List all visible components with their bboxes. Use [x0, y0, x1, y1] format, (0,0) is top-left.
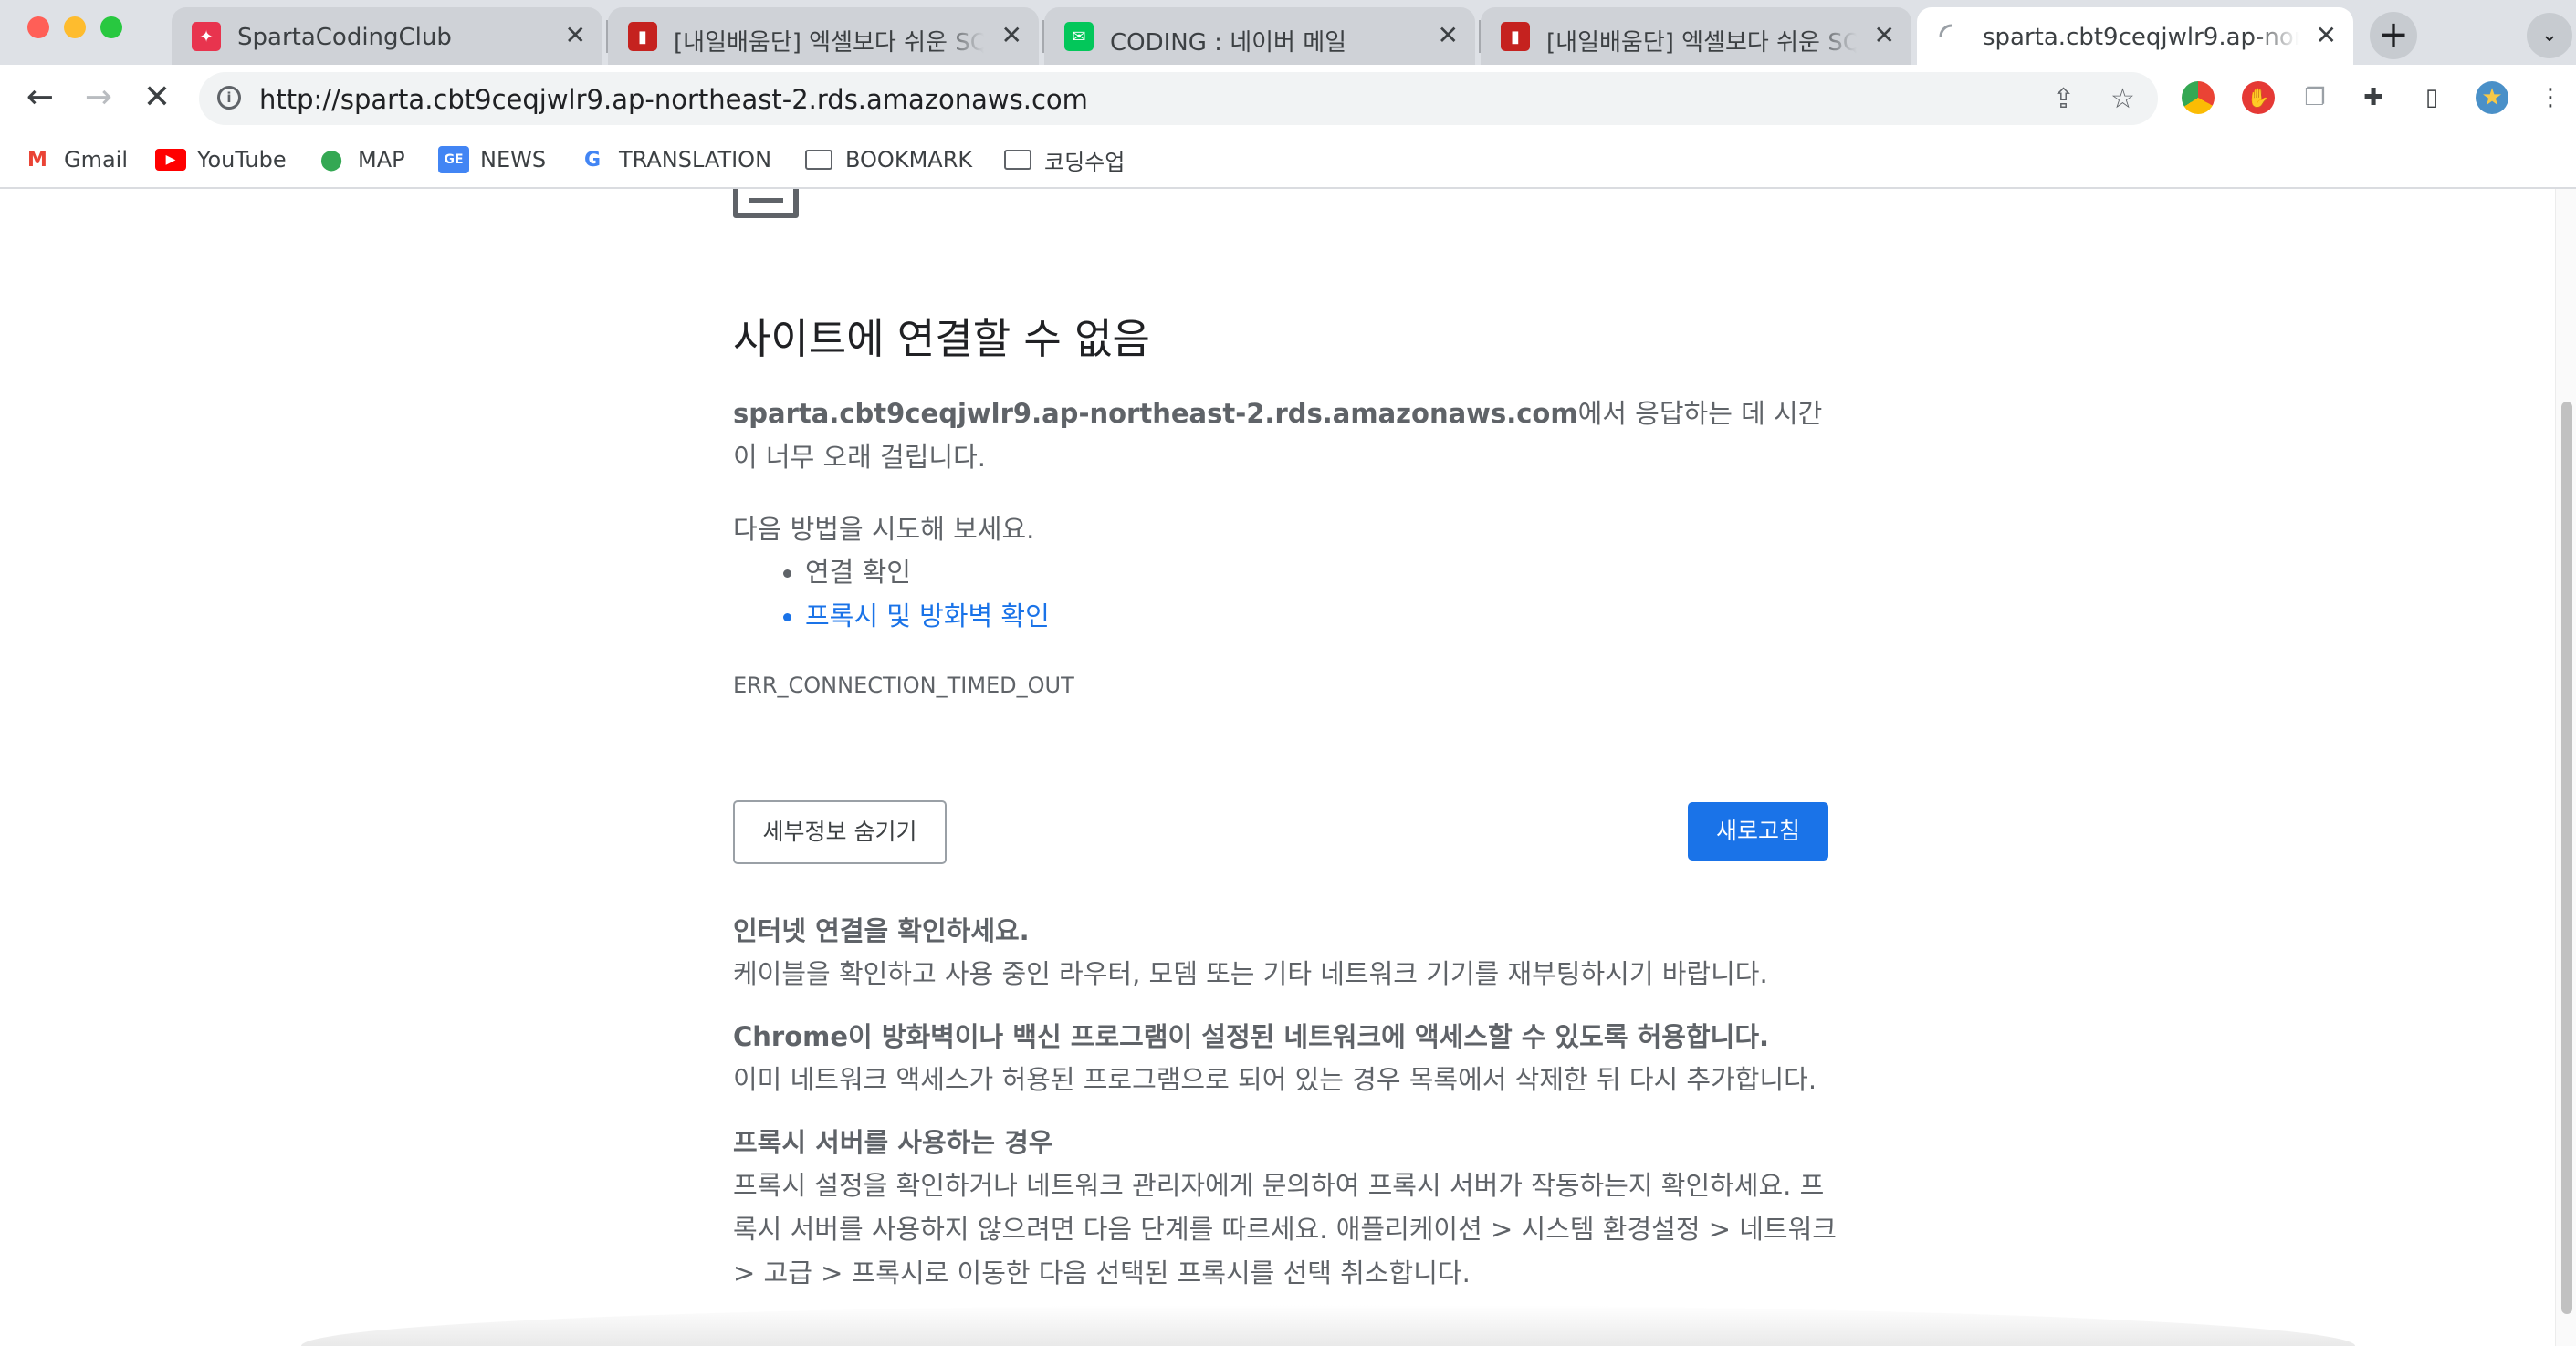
url-text[interactable]: http://sparta.cbt9ceqjwlr9.ap-northeast-…: [259, 84, 1088, 115]
bookmark-label: 코딩수업: [1044, 149, 1126, 175]
site-info-icon[interactable]: i: [217, 86, 241, 110]
tab-sql-lecture-1[interactable]: ▮ [내일배움단] 엑셀보다 쉬운 SQL - 1 ✕: [608, 7, 1039, 65]
extensions-puzzle-icon[interactable]: ✚: [2357, 81, 2390, 114]
back-button[interactable]: ←: [20, 78, 60, 118]
youtube-icon: ▶: [155, 149, 186, 171]
bookmark-label: MAP: [358, 147, 405, 172]
google-news-icon: GE: [438, 146, 469, 173]
hide-details-button[interactable]: 세부정보 숨기기: [733, 800, 947, 864]
detail-body: 프록시 설정을 확인하거나 네트워크 관리자에게 문의하여 프록시 서버가 작동…: [733, 1170, 1837, 1289]
sad-page-icon-mouth: [749, 198, 783, 203]
address-bar[interactable]: i http://sparta.cbt9ceqjwlr9.ap-northeas…: [199, 72, 2158, 125]
suggestion-check-connection: 연결 확인: [783, 550, 1050, 594]
tab-strip: ✦ SpartaCodingClub ✕ ▮ [내일배움단] 엑셀보다 쉬운 S…: [0, 0, 2576, 65]
copy-extension-icon[interactable]: ❐: [2299, 81, 2331, 114]
bookmark-youtube[interactable]: ▶ YouTube: [155, 141, 287, 178]
tab-naver-mail[interactable]: ✉ CODING : 네이버 메일 ✕: [1044, 7, 1475, 65]
page-scrollbar[interactable]: [2555, 189, 2576, 1346]
detail-firewall: Chrome이 방화벽이나 백신 프로그램이 설정된 네트워크에 액세스할 수 …: [733, 1016, 1838, 1101]
translate-icon: G: [583, 148, 602, 172]
tab-title: SpartaCodingClub: [237, 24, 452, 51]
error-title: 사이트에 연결할 수 없음: [733, 315, 1150, 363]
bookmark-label: NEWS: [480, 147, 547, 172]
error-page: 사이트에 연결할 수 없음 sparta.cbt9ceqjwlr9.ap-nor…: [0, 189, 2576, 1346]
profile-avatar-icon[interactable]: ★: [2476, 81, 2508, 114]
tab-close-button[interactable]: ✕: [1438, 22, 1459, 49]
window-minimize-button[interactable]: [64, 16, 86, 38]
bookmark-label: Gmail: [64, 147, 129, 172]
stop-loading-button[interactable]: ✕: [137, 78, 177, 118]
window-close-button[interactable]: [27, 16, 49, 38]
reload-button[interactable]: 새로고침: [1688, 802, 1828, 861]
chrome-menu-icon[interactable]: ⋮: [2534, 81, 2567, 114]
maps-icon: ⬤: [319, 148, 343, 172]
book-icon: ▮: [628, 22, 657, 51]
share-icon[interactable]: ⇪: [2052, 83, 2075, 115]
bookmark-label: TRANSLATION: [619, 147, 772, 172]
tab-title: CODING : 네이버 메일: [1110, 29, 1347, 57]
detail-title: 프록시 서버를 사용하는 경우: [733, 1127, 1053, 1158]
tab-title: sparta.cbt9ceqjwlr9.ap-northeast-2.rds.a…: [1983, 24, 2299, 51]
tab-close-button[interactable]: ✕: [2316, 22, 2337, 49]
forward-button[interactable]: →: [79, 78, 119, 118]
window-maximize-button[interactable]: [100, 16, 122, 38]
browser-toolbar: ← → ✕ i http://sparta.cbt9ceqjwlr9.ap-no…: [0, 65, 2576, 132]
error-summary: sparta.cbt9ceqjwlr9.ap-northeast-2.rds.a…: [733, 391, 1828, 479]
bookmarks-bar: M Gmail ▶ YouTube ⬤ MAP GE NEWS G TRANSL…: [0, 132, 2576, 189]
suggestion-check-proxy-link[interactable]: 프록시 및 방화벽 확인: [783, 594, 1050, 638]
gmail-icon: M: [27, 148, 47, 172]
error-code: ERR_CONNECTION_TIMED_OUT: [733, 673, 1074, 698]
tab-title: [내일배움단] 엑셀보다 쉬운 SQL - 1: [674, 29, 984, 57]
bookmark-label: YouTube: [197, 147, 287, 172]
bookmark-label: BOOKMARK: [845, 147, 973, 172]
tab-title: [내일배움단] 엑셀보다 쉬운 SQL - 1: [1546, 29, 1857, 57]
loading-spinner-icon: [1937, 22, 1966, 51]
bookmark-folder-coding[interactable]: 코딩수업: [1002, 141, 1125, 178]
sad-page-icon: [733, 189, 799, 218]
tab-active-rds[interactable]: sparta.cbt9ceqjwlr9.ap-northeast-2.rds.a…: [1917, 7, 2353, 65]
tab-search-button[interactable]: ⌄: [2527, 13, 2572, 58]
new-tab-button[interactable]: +: [2370, 12, 2417, 59]
detail-title: 인터넷 연결을 확인하세요.: [733, 915, 1030, 946]
detail-internet: 인터넷 연결을 확인하세요. 케이블을 확인하고 사용 중인 라우터, 모뎀 또…: [733, 910, 1838, 996]
detail-title: Chrome이 방화벽이나 백신 프로그램이 설정된 네트워크에 액세스할 수 …: [733, 1021, 1770, 1052]
folder-icon: [1002, 146, 1033, 173]
bookmark-star-icon[interactable]: ☆: [2110, 83, 2135, 115]
detail-body: 케이블을 확인하고 사용 중인 라우터, 모뎀 또는 기타 네트워크 기기를 재…: [733, 958, 1768, 989]
sparta-logo-icon: ✦: [192, 22, 221, 51]
tab-sql-lecture-2[interactable]: ▮ [내일배움단] 엑셀보다 쉬운 SQL - 1 ✕: [1481, 7, 1911, 65]
book-icon: ▮: [1501, 22, 1530, 51]
color-picker-extension-icon[interactable]: [2182, 81, 2215, 114]
error-host: sparta.cbt9ceqjwlr9.ap-northeast-2.rds.a…: [733, 398, 1578, 429]
detail-body: 이미 네트워크 액세스가 허용된 프로그램으로 되어 있는 경우 목록에서 삭제…: [733, 1064, 1817, 1095]
bookmark-map[interactable]: ⬤ MAP: [316, 141, 405, 178]
bookmark-gmail[interactable]: M Gmail: [22, 141, 128, 178]
bookmark-news[interactable]: GE NEWS: [438, 141, 546, 178]
adblock-extension-icon[interactable]: ✋: [2242, 81, 2275, 114]
naver-mail-icon: ✉: [1064, 22, 1094, 51]
bookmark-folder-bookmark[interactable]: BOOKMARK: [803, 141, 972, 178]
detail-proxy: 프록시 서버를 사용하는 경우 프록시 설정을 확인하거나 네트워크 관리자에게…: [733, 1122, 1838, 1295]
tab-close-button[interactable]: ✕: [1001, 22, 1022, 49]
tab-spartacodingclub[interactable]: ✦ SpartaCodingClub ✕: [172, 7, 602, 65]
tab-close-button[interactable]: ✕: [1874, 22, 1895, 49]
suggestions-list: 연결 확인 프록시 및 방화벽 확인: [783, 550, 1050, 638]
side-panel-icon[interactable]: ▯: [2415, 81, 2448, 114]
suggestions-heading: 다음 방법을 시도해 보세요.: [733, 514, 1035, 545]
bookmark-translation[interactable]: G TRANSLATION: [577, 141, 771, 178]
folder-icon: [803, 146, 834, 173]
scrollbar-thumb[interactable]: [2561, 402, 2572, 1314]
tab-close-button[interactable]: ✕: [565, 22, 586, 49]
